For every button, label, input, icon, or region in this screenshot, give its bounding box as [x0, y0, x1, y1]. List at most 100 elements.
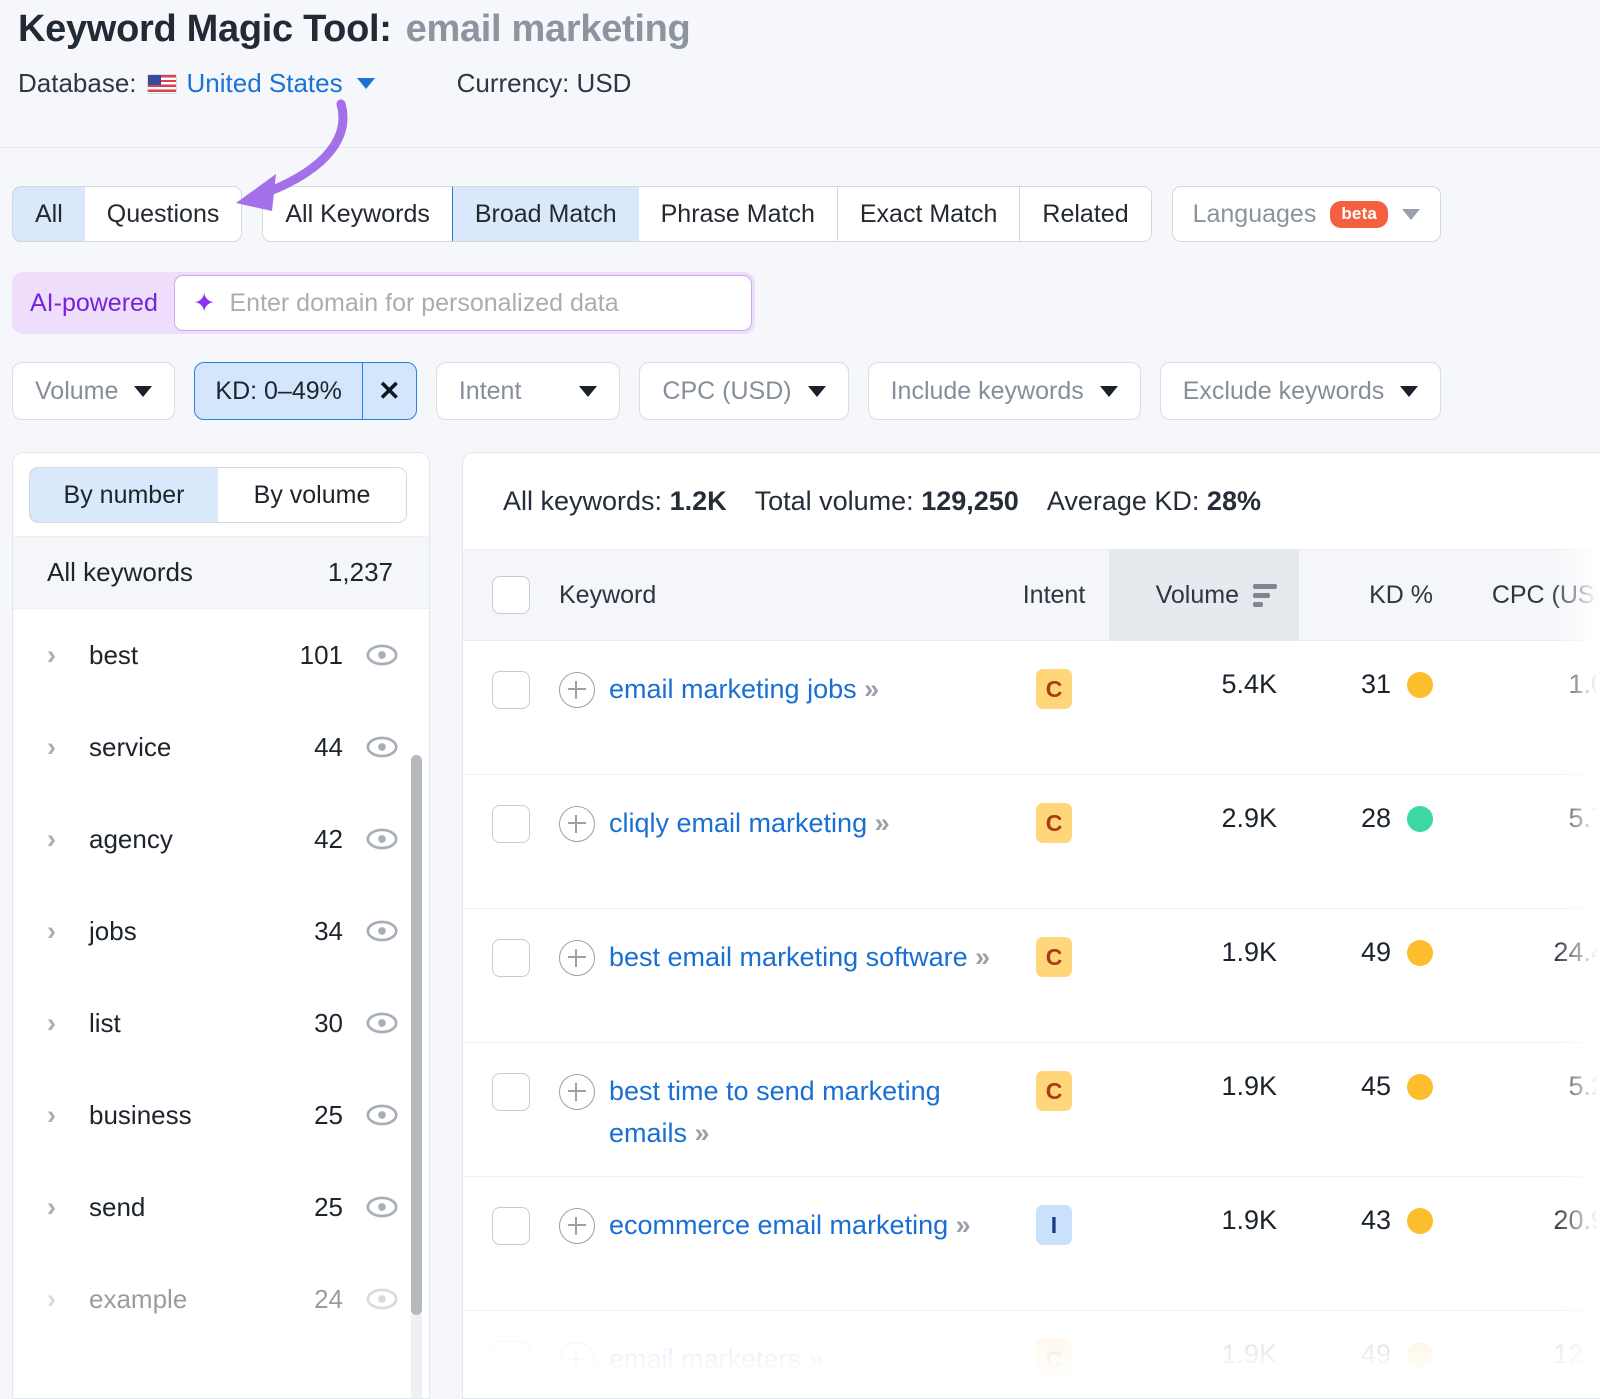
tab-phrase-match[interactable]: Phrase Match — [639, 187, 838, 241]
expand-keyword-icon[interactable]: » — [695, 1118, 708, 1148]
sidebar-item-jobs[interactable]: › jobs 34 — [13, 885, 429, 977]
select-all-checkbox[interactable] — [492, 576, 530, 614]
filter-kd[interactable]: KD: 0–49% ✕ — [194, 362, 416, 420]
expand-keyword-icon[interactable]: » — [956, 1210, 969, 1240]
keyword-link[interactable]: cliqly email marketing » — [609, 803, 888, 845]
eye-icon[interactable] — [365, 822, 399, 856]
sidebar-item-count: 25 — [314, 1100, 343, 1131]
eye-icon[interactable] — [365, 730, 399, 764]
chevron-right-icon[interactable]: › — [47, 734, 67, 761]
chevron-right-icon[interactable]: › — [47, 1194, 67, 1221]
tab-broad-match[interactable]: Broad Match — [452, 186, 640, 242]
toggle-by-volume[interactable]: By volume — [218, 468, 406, 522]
row-checkbox[interactable] — [492, 939, 530, 977]
keyword-link[interactable]: ecommerce email marketing » — [609, 1205, 969, 1247]
table-row[interactable]: email marketing jobs » C 5.4K 31 1.02 — [463, 641, 1600, 775]
eye-icon[interactable] — [365, 1190, 399, 1224]
filter-cpc[interactable]: CPC (USD) — [639, 362, 848, 420]
add-keyword-icon[interactable] — [559, 806, 595, 842]
summary-total-volume-label: Total volume: — [755, 486, 914, 516]
eye-icon[interactable] — [365, 638, 399, 672]
add-keyword-icon[interactable] — [559, 1074, 595, 1110]
row-checkbox[interactable] — [492, 1341, 530, 1379]
intent-badge[interactable]: I — [1036, 1205, 1072, 1245]
row-checkbox[interactable] — [492, 1073, 530, 1111]
sidebar-item-send[interactable]: › send 25 — [13, 1161, 429, 1253]
row-checkbox[interactable] — [492, 805, 530, 843]
sidebar-item-business[interactable]: › business 25 — [13, 1069, 429, 1161]
kd-cell: 49 — [1299, 937, 1449, 968]
expand-keyword-icon[interactable]: » — [864, 674, 877, 704]
column-header-cpc[interactable]: CPC (USD) — [1449, 581, 1600, 610]
intent-badge[interactable]: C — [1036, 803, 1072, 843]
tab-group-type: All Questions — [12, 186, 242, 242]
filter-include-keywords[interactable]: Include keywords — [868, 362, 1141, 420]
chevron-right-icon[interactable]: › — [47, 1286, 67, 1313]
table-row[interactable]: ecommerce email marketing » I 1.9K 43 20… — [463, 1177, 1600, 1311]
add-keyword-icon[interactable] — [559, 940, 595, 976]
chevron-right-icon[interactable]: › — [47, 826, 67, 853]
intent-badge[interactable]: C — [1036, 669, 1072, 709]
expand-keyword-icon[interactable]: » — [809, 1344, 822, 1374]
tab-all-keywords[interactable]: All Keywords — [263, 187, 453, 241]
sidebar-scrollbar-thumb[interactable] — [411, 755, 422, 1315]
table-row[interactable]: cliqly email marketing » C 2.9K 28 5.71 — [463, 775, 1600, 909]
filter-volume[interactable]: Volume — [12, 362, 175, 420]
keyword-link[interactable]: best email marketing software » — [609, 937, 988, 979]
eye-icon[interactable] — [365, 1006, 399, 1040]
sidebar-item-service[interactable]: › service 44 — [13, 701, 429, 793]
sidebar-item-agency[interactable]: › agency 42 — [13, 793, 429, 885]
intent-badge[interactable]: C — [1036, 937, 1072, 977]
add-keyword-icon[interactable] — [559, 1342, 595, 1378]
sidebar-item-list[interactable]: › list 30 — [13, 977, 429, 1069]
table-row[interactable]: best time to send marketing emails » C 1… — [463, 1043, 1600, 1177]
intent-badge[interactable]: C — [1036, 1339, 1072, 1379]
chevron-right-icon[interactable]: › — [47, 1010, 67, 1037]
chevron-down-icon[interactable] — [357, 78, 375, 89]
filters-row: Volume KD: 0–49% ✕ Intent CPC (USD) Incl… — [12, 362, 1441, 420]
intent-badge[interactable]: C — [1036, 1071, 1072, 1111]
keyword-link[interactable]: email marketers » — [609, 1339, 822, 1381]
toggle-by-number[interactable]: By number — [29, 467, 219, 523]
sidebar-item-count: 34 — [314, 916, 343, 947]
tab-exact-match[interactable]: Exact Match — [838, 187, 1021, 241]
add-keyword-icon[interactable] — [559, 672, 595, 708]
tab-questions[interactable]: Questions — [85, 187, 242, 241]
languages-selector[interactable]: Languages beta — [1172, 186, 1442, 242]
filter-intent[interactable]: Intent — [436, 362, 621, 420]
row-checkbox[interactable] — [492, 671, 530, 709]
sidebar-item-all-keywords[interactable]: All keywords 1,237 — [13, 536, 429, 609]
domain-input-wrapper[interactable]: ✦ Enter domain for personalized data — [174, 275, 752, 331]
filter-exclude-keywords[interactable]: Exclude keywords — [1160, 362, 1441, 420]
sidebar-item-label: best — [89, 640, 300, 671]
chevron-right-icon[interactable]: › — [47, 642, 67, 669]
expand-keyword-icon[interactable]: » — [975, 942, 988, 972]
sidebar-item-count: 44 — [314, 732, 343, 763]
keyword-link[interactable]: email marketing jobs » — [609, 669, 877, 711]
table-row[interactable]: best email marketing software » C 1.9K 4… — [463, 909, 1600, 1043]
column-header-volume[interactable]: Volume — [1109, 549, 1299, 641]
keyword-link[interactable]: best time to send marketing emails » — [609, 1071, 999, 1155]
table-row[interactable]: email marketers » C 1.9K 49 12.69 — [463, 1311, 1600, 1399]
column-header-keyword[interactable]: Keyword — [559, 581, 999, 610]
close-icon[interactable]: ✕ — [362, 363, 416, 419]
kd-status-dot — [1407, 1074, 1433, 1100]
sidebar-item-best[interactable]: › best 101 — [13, 609, 429, 701]
sidebar-scrollbar[interactable] — [411, 755, 422, 1399]
row-checkbox-cell — [463, 937, 559, 977]
chevron-right-icon[interactable]: › — [47, 1102, 67, 1129]
eye-icon[interactable] — [365, 1282, 399, 1316]
tab-all[interactable]: All — [12, 186, 86, 242]
eye-icon[interactable] — [365, 914, 399, 948]
chevron-right-icon[interactable]: › — [47, 918, 67, 945]
sidebar-item-example[interactable]: › example 24 — [13, 1253, 429, 1345]
eye-icon[interactable] — [365, 1098, 399, 1132]
sort-descending-icon[interactable] — [1253, 584, 1277, 607]
database-value[interactable]: United States — [187, 68, 343, 99]
row-checkbox[interactable] — [492, 1207, 530, 1245]
column-header-kd[interactable]: KD % — [1299, 581, 1449, 610]
column-header-intent[interactable]: Intent — [999, 581, 1109, 610]
expand-keyword-icon[interactable]: » — [875, 808, 888, 838]
tab-related[interactable]: Related — [1020, 187, 1150, 241]
add-keyword-icon[interactable] — [559, 1208, 595, 1244]
